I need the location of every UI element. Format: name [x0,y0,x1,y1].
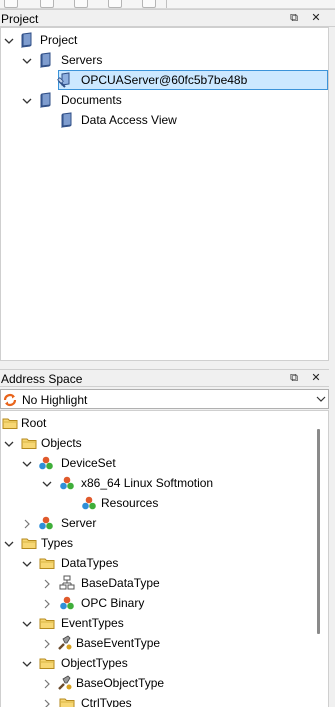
tree-item[interactable]: CtrlTypes [1,693,328,707]
folder-icon [59,695,75,707]
address-space-panel-title: Address Space [1,372,83,386]
object-node-icon [38,455,54,471]
tree-item[interactable]: OPCUAServer@60fc5b7be48b [57,70,328,90]
folder-icon [21,435,37,451]
chevron-right-icon[interactable] [41,693,53,707]
toolbar-button-2[interactable] [40,0,54,8]
project-book-icon [59,112,75,129]
chevron-down-icon[interactable] [3,433,15,453]
tree-item[interactable]: Resources [1,493,328,513]
chevron-down-icon[interactable] [21,90,33,110]
tree-item[interactable]: Project [1,30,328,50]
event-type-icon [57,675,73,691]
tree-item-label: Documents [61,93,122,107]
tree-item-label: BaseEventType [76,636,161,650]
chevron-down-icon[interactable] [21,653,33,673]
tree-item-label: x86_64 Linux Softmotion [81,476,214,490]
tree-item-label: Types [41,536,74,550]
tree-item-label: Data Access View [81,113,177,127]
highlight-filter-dropdown[interactable]: No Highlight [0,389,329,409]
tree-item-label: Project [40,33,78,47]
project-book-icon [19,32,35,49]
tree-item[interactable]: OPC Binary [1,593,328,613]
address-space-tree[interactable]: Root Objects DeviceSet x86_64 Linux Softmot… [0,410,329,707]
chevron-right-icon[interactable] [41,673,53,693]
tree-item-label: Resources [101,496,159,510]
chevron-right-icon[interactable] [21,513,33,533]
refresh-icon[interactable] [2,392,18,408]
toolbar-button-5[interactable] [142,0,156,8]
highlight-filter-value: No Highlight [22,393,88,407]
tree-item[interactable]: BaseEventType [1,633,328,653]
project-tree[interactable]: Project Servers OPCUAServer@60fc5b7be48b Do… [0,27,329,361]
chevron-down-icon[interactable] [21,613,33,633]
chevron-down-icon[interactable] [316,394,326,404]
tree-item-label: EventTypes [61,616,124,630]
folder-icon [39,655,55,671]
tree-item-label: BaseObjectType [76,676,165,690]
object-node-icon [81,495,97,511]
folder-icon [39,615,55,631]
chevron-down-icon[interactable] [21,553,33,573]
server-connection-icon [57,72,73,88]
panel-splitter[interactable] [329,27,335,707]
tree-item[interactable]: EventTypes [1,613,328,633]
project-panel-title: Project [1,12,39,26]
folder-icon [21,535,37,551]
tree-item[interactable]: x86_64 Linux Softmotion [1,473,328,493]
close-icon[interactable]: ✕ [309,11,323,25]
toolbar-button-1[interactable] [4,0,18,8]
chevron-down-icon[interactable] [3,30,15,50]
tree-item[interactable]: Data Access View [1,110,328,130]
tree-item[interactable]: Types [1,533,328,553]
tree-item-label: Server [61,516,97,530]
close-icon[interactable]: ✕ [309,371,323,385]
tree-item[interactable]: DeviceSet [1,453,328,473]
chevron-down-icon[interactable] [21,50,33,70]
tree-item[interactable]: Servers [1,50,328,70]
tree-item[interactable]: Root [1,413,328,433]
tree-item-label: Servers [61,53,103,67]
project-book-icon [38,92,54,109]
tree-item[interactable]: Objects [1,433,328,453]
float-window-icon[interactable]: ⧉ [287,371,301,385]
chevron-down-icon[interactable] [3,533,15,553]
folder-icon [2,415,18,431]
tree-item-label: Root [21,416,47,430]
chevron-down-icon[interactable] [21,453,33,473]
chevron-right-icon[interactable] [41,573,53,593]
object-node-icon [59,475,75,491]
toolbar-button-3[interactable] [74,0,88,8]
tree-item-label: ObjectTypes [61,656,128,670]
tree-item[interactable]: BaseDataType [1,573,328,593]
tree-item-label: DataTypes [61,556,119,570]
project-panel-header: Project ⧉ ✕ [0,9,335,27]
datatype-icon [59,575,75,591]
float-window-icon[interactable]: ⧉ [287,11,301,25]
tree-item-label: DeviceSet [61,456,116,470]
tree-item-label: CtrlTypes [81,696,132,707]
toolbar-button-4[interactable] [108,0,122,8]
tree-item[interactable]: BaseObjectType [1,673,328,693]
chevron-down-icon[interactable] [41,473,53,493]
chevron-right-icon[interactable] [41,633,53,653]
toolbar-separator [166,0,167,8]
tree-item[interactable]: Documents [1,90,328,110]
object-node-icon [38,515,54,531]
tree-item[interactable]: ObjectTypes [1,653,328,673]
chevron-right-icon[interactable] [41,593,53,613]
address-space-panel-header: Address Space ⧉ ✕ [0,369,335,387]
tree-item-label: BaseDataType [81,576,160,590]
tree-item[interactable]: Server [1,513,328,533]
toolbar-strip [0,0,335,9]
event-type-icon [57,635,73,651]
tree-item-label: Objects [41,436,82,450]
folder-icon [39,555,55,571]
object-node-icon [59,595,75,611]
tree-item-label: OPC Binary [81,596,145,610]
project-book-icon [38,52,54,69]
tree-item[interactable]: DataTypes [1,553,328,573]
tree-item-label: OPCUAServer@60fc5b7be48b [81,73,248,87]
